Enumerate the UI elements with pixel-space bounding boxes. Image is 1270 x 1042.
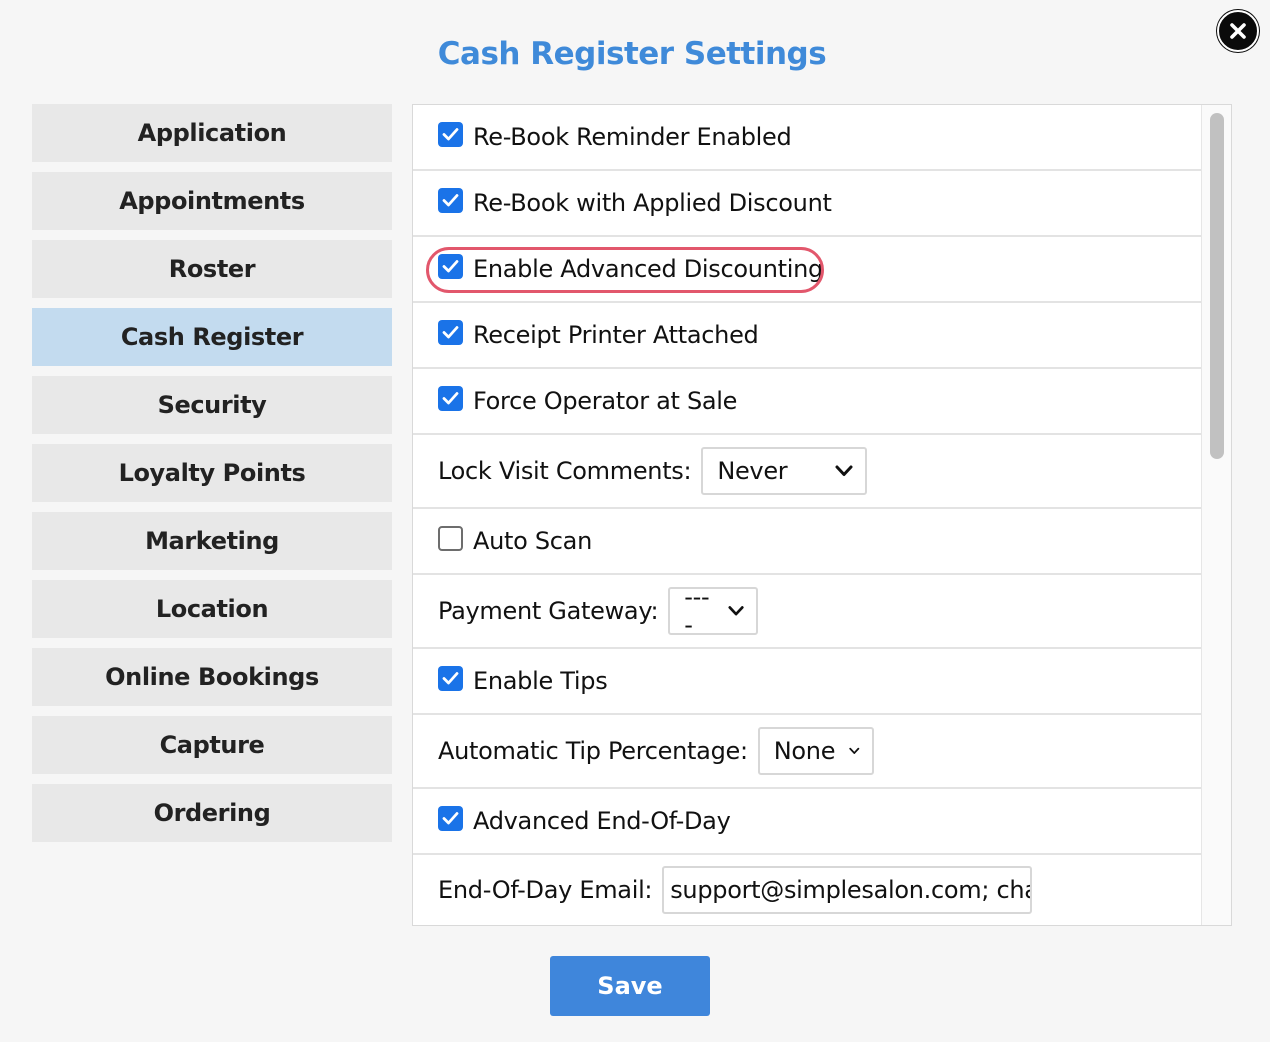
check-icon <box>442 194 459 207</box>
sidebar-item-online-bookings[interactable]: Online Bookings <box>32 648 392 706</box>
rebook-reminder-label: Re-Book Reminder Enabled <box>473 123 792 151</box>
check-icon <box>442 326 459 339</box>
sidebar-item-capture[interactable]: Capture <box>32 716 392 774</box>
check-icon <box>442 392 459 405</box>
sidebar-item-security[interactable]: Security <box>32 376 392 434</box>
sidebar-item-location[interactable]: Location <box>32 580 392 638</box>
setting-row-lock-visit-comments: Lock Visit Comments: Never <box>413 435 1201 509</box>
setting-row-rebook-discount: Re-Book with Applied Discount <box>413 171 1201 237</box>
force-operator-label: Force Operator at Sale <box>473 387 738 415</box>
check-icon <box>442 128 459 141</box>
check-icon <box>442 260 459 273</box>
setting-row-receipt-printer: Receipt Printer Attached <box>413 303 1201 369</box>
sidebar-item-application[interactable]: Application <box>32 104 392 162</box>
chevron-down-icon <box>835 465 853 476</box>
chevron-down-icon <box>849 747 860 754</box>
sidebar-item-cash-register[interactable]: Cash Register <box>32 308 392 366</box>
auto-scan-checkbox[interactable] <box>438 525 463 551</box>
rebook-discount-checkbox[interactable] <box>438 187 463 213</box>
settings-list: Re-Book Reminder Enabled Re-Book with Ap… <box>413 105 1201 925</box>
payment-gateway-label: Payment Gateway: <box>438 597 659 625</box>
sidebar-item-marketing[interactable]: Marketing <box>32 512 392 570</box>
advanced-discounting-label: Enable Advanced Discounting <box>473 255 823 283</box>
settings-panel: Re-Book Reminder Enabled Re-Book with Ap… <box>412 104 1232 926</box>
settings-dialog: Cash Register Settings Application Appoi… <box>0 0 1270 1042</box>
sidebar-item-loyalty-points[interactable]: Loyalty Points <box>32 444 392 502</box>
rebook-reminder-checkbox[interactable] <box>438 121 463 147</box>
setting-row-enable-tips: Enable Tips <box>413 649 1201 715</box>
lock-visit-comments-value: Never <box>717 457 788 485</box>
dialog-title: Cash Register Settings <box>437 36 827 72</box>
auto-scan-label: Auto Scan <box>473 527 592 555</box>
receipt-printer-checkbox[interactable] <box>438 319 463 345</box>
setting-row-advanced-eod: Advanced End-Of-Day <box>413 789 1201 855</box>
setting-row-force-operator: Force Operator at Sale <box>413 369 1201 435</box>
payment-gateway-select[interactable]: ---- <box>668 583 759 639</box>
advanced-eod-label: Advanced End-Of-Day <box>473 807 731 835</box>
payment-gateway-value: ---- <box>684 583 710 639</box>
setting-row-auto-tip-percentage: Automatic Tip Percentage: None <box>413 715 1201 789</box>
advanced-eod-checkbox[interactable] <box>438 805 463 831</box>
lock-visit-comments-select[interactable]: Never <box>701 447 868 495</box>
setting-row-auto-scan: Auto Scan <box>413 509 1201 575</box>
sidebar-item-ordering[interactable]: Ordering <box>32 784 392 842</box>
chevron-down-icon <box>728 606 744 616</box>
auto-tip-percentage-value: None <box>773 737 836 765</box>
check-icon <box>442 812 459 825</box>
auto-tip-percentage-select[interactable]: None <box>757 727 874 775</box>
receipt-printer-label: Receipt Printer Attached <box>473 321 759 349</box>
scrollbar-track[interactable] <box>1201 105 1231 925</box>
lock-visit-comments-label: Lock Visit Comments: <box>438 457 692 485</box>
save-button[interactable]: Save <box>550 956 710 1016</box>
enable-tips-checkbox[interactable] <box>438 665 463 691</box>
setting-row-rebook-reminder: Re-Book Reminder Enabled <box>413 105 1201 171</box>
setting-row-advanced-discounting: Enable Advanced Discounting <box>413 237 1201 303</box>
settings-sidebar: Application Appointments Roster Cash Reg… <box>32 104 392 852</box>
force-operator-checkbox[interactable] <box>438 385 463 411</box>
enable-tips-label: Enable Tips <box>473 667 608 695</box>
setting-row-payment-gateway: Payment Gateway: ---- <box>413 575 1201 649</box>
sidebar-item-roster[interactable]: Roster <box>32 240 392 298</box>
scrollbar-thumb[interactable] <box>1210 113 1224 459</box>
rebook-discount-label: Re-Book with Applied Discount <box>473 189 832 217</box>
eod-email-label: End-Of-Day Email: <box>438 876 653 904</box>
sidebar-item-appointments[interactable]: Appointments <box>32 172 392 230</box>
setting-row-eod-email: End-Of-Day Email: support@simplesalon.co… <box>413 855 1201 925</box>
eod-email-input[interactable]: support@simplesalon.com; chai <box>662 866 1033 914</box>
auto-tip-percentage-label: Automatic Tip Percentage: <box>438 737 748 765</box>
advanced-discounting-checkbox[interactable] <box>438 253 463 279</box>
check-icon <box>442 672 459 685</box>
